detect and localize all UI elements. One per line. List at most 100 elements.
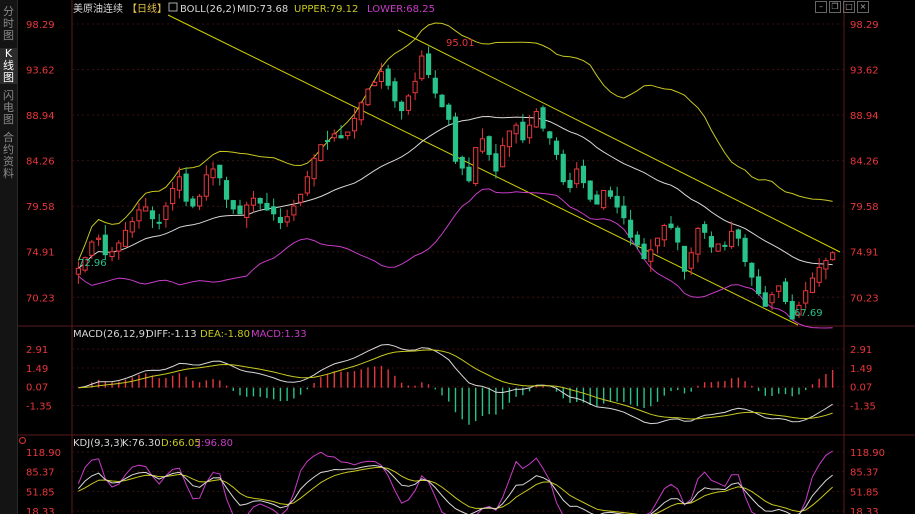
candle-body	[614, 195, 620, 208]
legend-box-icon[interactable]	[168, 2, 178, 12]
macd-value-label: MACD:1.33	[251, 329, 307, 340]
candle-body	[143, 206, 149, 212]
restore-icon[interactable]: ❐	[829, 1, 841, 13]
candle-body	[681, 245, 688, 272]
candle-body	[358, 102, 364, 121]
candle-body	[506, 130, 512, 148]
macd-tick-left: 2.91	[26, 345, 48, 356]
main-tick-left: 98.29	[26, 20, 55, 31]
candle-body	[170, 187, 176, 204]
candle-body	[432, 77, 438, 94]
main-tick-left: 79.58	[26, 202, 55, 213]
main-tick-left: 84.26	[26, 157, 55, 168]
candle-body	[816, 266, 822, 283]
kdj-tick-right: 85.37	[850, 468, 879, 479]
candle-body	[594, 194, 600, 205]
main-tick-right: 74.91	[850, 248, 879, 259]
candle-body	[769, 294, 775, 304]
candle-body	[675, 227, 681, 243]
candle-body	[122, 229, 129, 247]
candle-body	[446, 104, 452, 120]
main-tick-right: 84.26	[850, 157, 879, 168]
candle-body	[197, 195, 203, 207]
kdj-tick-left: 85.37	[26, 468, 55, 479]
candle-body	[776, 285, 782, 292]
candle-body	[540, 107, 546, 129]
kdj-tick-left: 18.33	[26, 507, 55, 514]
candle-body	[412, 80, 418, 94]
candle-body	[116, 242, 122, 252]
candle-body	[331, 133, 337, 139]
high-price-annotation: 95.01	[446, 38, 475, 49]
sidebar-tab-0[interactable]: 分时图	[0, 6, 17, 42]
candle-body	[641, 243, 647, 260]
sidebar-tab-2[interactable]: 闪电图	[0, 90, 17, 126]
candle-body	[695, 227, 701, 255]
candle-body	[755, 276, 762, 295]
candle-body	[217, 164, 223, 179]
candle-body	[425, 53, 432, 76]
kdj-d-label: D:66.05	[161, 438, 201, 449]
candle-body	[405, 95, 411, 111]
candle-body	[587, 180, 593, 200]
candle-body	[156, 221, 162, 224]
candle-body	[318, 144, 324, 161]
candle-body	[304, 176, 310, 194]
kdj-indicator-label: KDJ(9,3,3)	[73, 438, 124, 449]
candle-body	[89, 241, 95, 256]
candle-body	[513, 124, 519, 135]
candle-body	[628, 219, 634, 238]
macd-tick-right: 2.91	[850, 345, 872, 356]
candle-body	[560, 153, 566, 183]
trendline-lower-channel	[167, 14, 799, 326]
candle-body	[479, 138, 486, 152]
macd-indicator-label: MACD(26,12,9)	[73, 329, 149, 340]
candle-body	[75, 267, 81, 275]
candle-body	[493, 153, 499, 172]
candle-body	[136, 209, 142, 222]
kdj-tick-right: 51.85	[850, 487, 879, 498]
candle-body	[351, 117, 358, 132]
candle-body	[661, 224, 667, 241]
candle-body	[372, 81, 378, 87]
boll-mid-label: MID:73.68	[237, 4, 288, 15]
candle-body	[526, 124, 533, 139]
close-icon[interactable]: ×	[857, 1, 869, 13]
candle-body	[607, 190, 613, 197]
macd-dea-label: DEA:-1.80	[200, 329, 250, 340]
boll-upper-label: UPPER:79.12	[294, 4, 358, 15]
kdj-tick-left: 51.85	[26, 487, 55, 498]
candle-body	[223, 180, 230, 200]
candle-body	[601, 189, 607, 209]
maximize-icon[interactable]: □	[843, 1, 855, 13]
candle-body	[277, 216, 283, 224]
candle-body	[473, 147, 479, 185]
candle-body	[163, 205, 169, 220]
candle-body	[102, 234, 108, 256]
candle-body	[345, 131, 351, 137]
candle-body	[486, 136, 492, 155]
chart-area[interactable]: 98.29 98.29 93.62 93.62 88.94 88.94 84.26 84.26…	[18, 0, 915, 514]
candle-body	[823, 260, 829, 270]
candle-body	[830, 252, 836, 261]
candle-body	[439, 94, 445, 108]
candle-body	[298, 193, 304, 203]
main-tick-left: 88.94	[26, 111, 55, 122]
boll-lower-line	[78, 188, 833, 329]
candle-body	[668, 223, 674, 228]
candle-body	[250, 197, 257, 206]
minimize-icon[interactable]: –	[815, 1, 827, 13]
main-tick-right: 98.29	[850, 20, 879, 31]
candle-body	[183, 173, 189, 202]
sidebar-tab-3[interactable]: 合约资料	[0, 132, 17, 180]
candle-body	[284, 216, 290, 223]
main-tick-right: 79.58	[850, 202, 879, 213]
candle-body	[237, 205, 243, 215]
candle-body	[547, 131, 553, 139]
main-tick-right: 70.23	[850, 293, 879, 304]
candle-body	[621, 205, 627, 219]
kdj-j-line	[77, 450, 833, 514]
candle-body	[264, 202, 270, 211]
sidebar-tab-1[interactable]: K线图	[0, 48, 17, 84]
candle-body	[580, 165, 587, 184]
